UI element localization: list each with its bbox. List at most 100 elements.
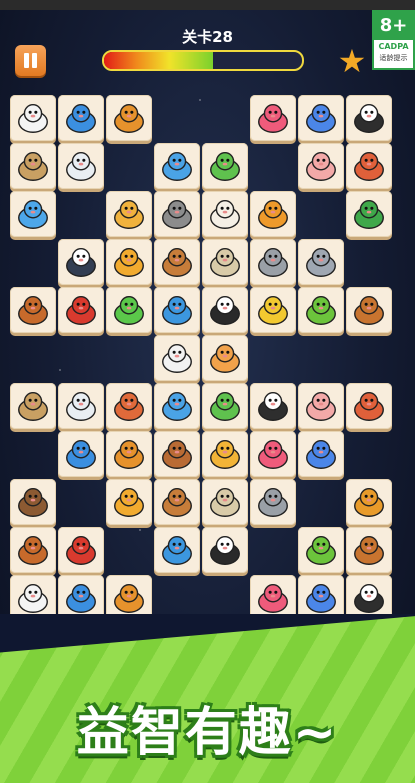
tile-squirrel[interactable]	[106, 383, 152, 429]
tile-octopus[interactable]	[250, 431, 296, 477]
tile-seal[interactable]	[58, 143, 104, 189]
tile-horse[interactable]	[10, 287, 56, 333]
tile-frog[interactable]	[106, 287, 152, 333]
shark-icon	[66, 583, 96, 613]
hedgehog-icon	[354, 391, 384, 421]
tile-dolphin[interactable]	[154, 383, 200, 429]
fish-icon	[18, 199, 48, 229]
tile-ox[interactable]	[346, 527, 392, 573]
ox-icon	[354, 295, 384, 325]
squirrel-icon	[114, 391, 144, 421]
tile-brown-bear[interactable]	[10, 479, 56, 525]
tile-tiger[interactable]	[106, 239, 152, 285]
tile-horse[interactable]	[10, 527, 56, 573]
tile-ladybug[interactable]	[106, 431, 152, 477]
tile-dino[interactable]	[202, 143, 248, 189]
frog-icon	[114, 295, 144, 325]
dog-icon	[354, 487, 384, 517]
tile-owl[interactable]	[10, 143, 56, 189]
tile-hedgehog[interactable]	[346, 383, 392, 429]
tile-rhino[interactable]	[298, 431, 344, 477]
rhino-icon	[306, 439, 336, 469]
tile-hedgehog[interactable]	[346, 143, 392, 189]
tile-ox[interactable]	[346, 287, 392, 333]
tile-deer[interactable]	[154, 239, 200, 285]
tile-pig[interactable]	[298, 143, 344, 189]
tile-panda[interactable]	[202, 527, 248, 573]
deer-icon	[162, 247, 192, 277]
sheep-icon	[210, 199, 240, 229]
progress-fill	[104, 52, 213, 69]
tile-whale[interactable]	[154, 287, 200, 333]
tile-dino[interactable]	[202, 383, 248, 429]
tile-leopard[interactable]	[250, 287, 296, 333]
tile-rabbit[interactable]	[154, 335, 200, 381]
gorilla-icon	[66, 535, 96, 565]
tile-seal[interactable]	[58, 383, 104, 429]
tile-tiger[interactable]	[106, 479, 152, 525]
ladybug-icon	[114, 439, 144, 469]
brown-bear-icon	[18, 487, 48, 517]
tile-snake[interactable]	[346, 191, 392, 237]
panda-icon	[210, 535, 240, 565]
tile-ladybug[interactable]	[106, 95, 152, 141]
snail-icon	[114, 199, 144, 229]
tile-deer[interactable]	[154, 479, 200, 525]
tile-rooster[interactable]	[202, 431, 248, 477]
dino-icon	[210, 391, 240, 421]
tile-whale[interactable]	[154, 527, 200, 573]
tile-hippo[interactable]	[250, 239, 296, 285]
tile-octopus[interactable]	[250, 95, 296, 141]
age-rating-badge: 8+ CADPA 适龄提示	[372, 10, 415, 70]
tile-parrot[interactable]	[298, 527, 344, 573]
gorilla-icon	[66, 295, 96, 325]
tile-bee[interactable]	[346, 95, 392, 141]
tile-elephant[interactable]	[298, 239, 344, 285]
shark-icon	[66, 439, 96, 469]
bee-icon	[354, 583, 384, 613]
tile-lion[interactable]	[250, 191, 296, 237]
bee-icon	[258, 391, 288, 421]
tile-hippo[interactable]	[250, 479, 296, 525]
tile-shark[interactable]	[58, 95, 104, 141]
pause-button[interactable]	[15, 45, 46, 76]
tile-pig[interactable]	[298, 383, 344, 429]
octopus-icon	[258, 439, 288, 469]
tile-penguin[interactable]	[58, 239, 104, 285]
tile-monkey[interactable]	[202, 479, 248, 525]
lion-icon	[258, 199, 288, 229]
tile-snail[interactable]	[106, 191, 152, 237]
raccoon-icon	[162, 439, 192, 469]
cat-icon	[210, 343, 240, 373]
penguin-icon	[66, 247, 96, 277]
tile-monkey[interactable]	[202, 239, 248, 285]
bear-white-icon	[18, 103, 48, 133]
tile-gorilla[interactable]	[58, 527, 104, 573]
tile-raccoon[interactable]	[154, 431, 200, 477]
ox-icon	[354, 535, 384, 565]
tiger-icon	[114, 247, 144, 277]
parrot-icon	[306, 295, 336, 325]
shark-icon	[66, 103, 96, 133]
tile-dolphin[interactable]	[154, 143, 200, 189]
tile-bee[interactable]	[250, 383, 296, 429]
tile-sheep[interactable]	[202, 191, 248, 237]
tile-shark[interactable]	[58, 431, 104, 477]
tile-rhino[interactable]	[298, 95, 344, 141]
tile-dog[interactable]	[346, 479, 392, 525]
tile-parrot[interactable]	[298, 287, 344, 333]
tile-koala[interactable]	[154, 191, 200, 237]
dino-icon	[210, 151, 240, 181]
star-icon[interactable]: ★	[336, 45, 368, 77]
rooster-icon	[210, 439, 240, 469]
tile-cat[interactable]	[202, 335, 248, 381]
koala-icon	[162, 199, 192, 229]
tile-bear-white[interactable]	[10, 95, 56, 141]
seal-icon	[66, 151, 96, 181]
slogan-text: 益智有趣~	[76, 703, 339, 763]
rhino-icon	[306, 583, 336, 613]
tile-panda[interactable]	[202, 287, 248, 333]
tile-gorilla[interactable]	[58, 287, 104, 333]
tile-fish[interactable]	[10, 191, 56, 237]
tile-owl[interactable]	[10, 383, 56, 429]
